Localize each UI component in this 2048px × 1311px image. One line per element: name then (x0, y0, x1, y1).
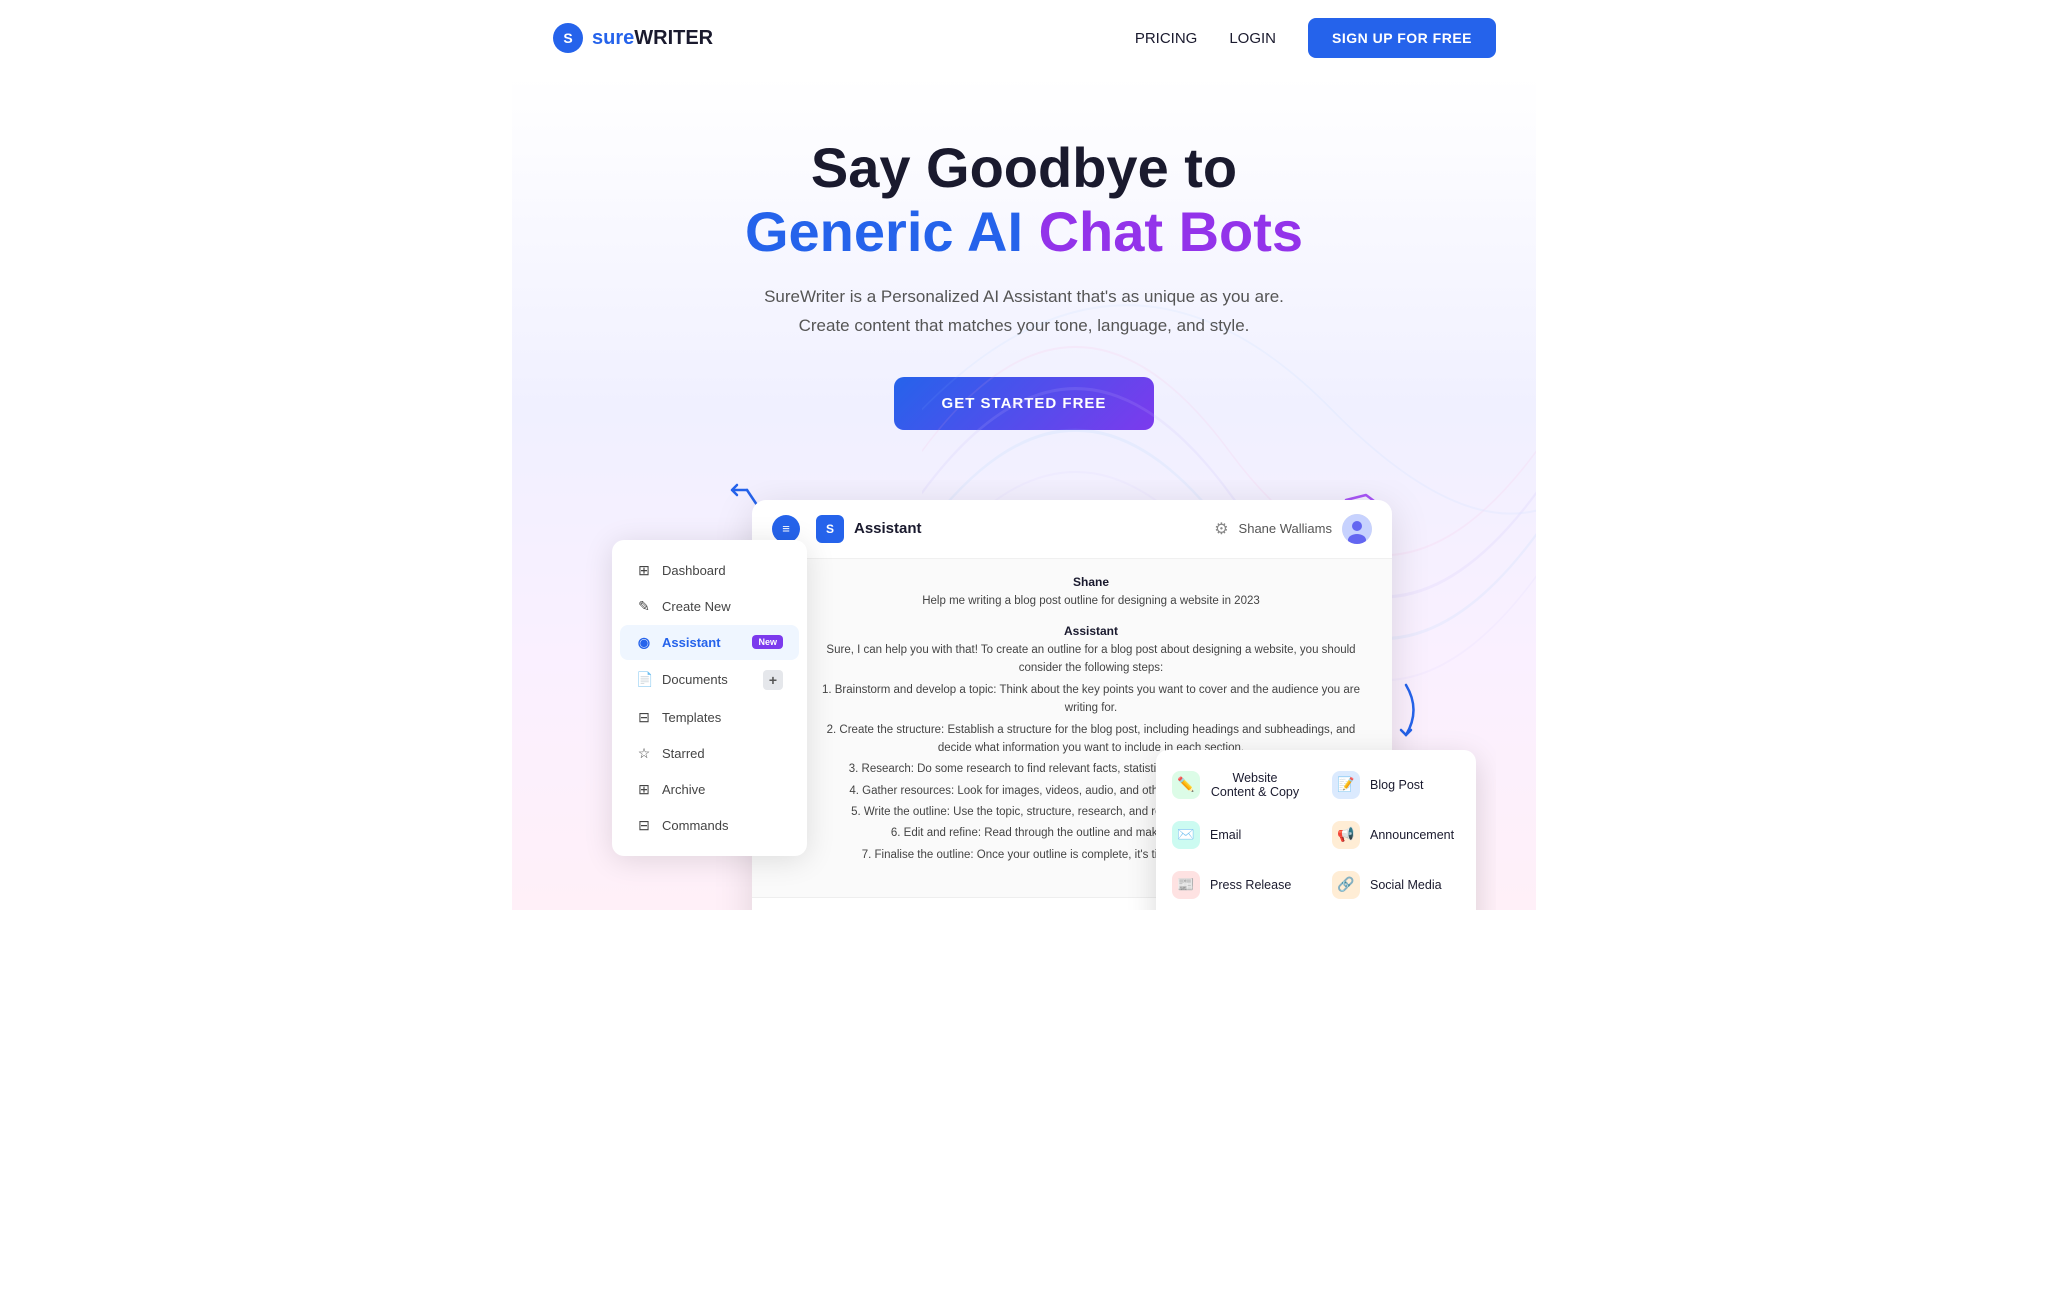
logo-icon: S (552, 22, 584, 54)
plus-badge[interactable]: + (763, 670, 783, 690)
documents-icon: 📄 (636, 671, 652, 688)
sidebar-item-label: Templates (662, 710, 721, 725)
template-label: Announcement (1370, 828, 1454, 842)
sidebar-item-label: Commands (662, 818, 728, 833)
blog-post-icon: 📝 (1332, 771, 1360, 799)
user-message-content: Shane Help me writing a blog post outlin… (810, 575, 1372, 610)
template-label: Social Media (1370, 878, 1442, 892)
email-icon: ✉️ (1172, 821, 1200, 849)
s-badge: S (816, 515, 844, 543)
create-new-icon: ✎ (636, 598, 652, 615)
commands-icon: ⊟ (636, 817, 652, 834)
logo-text: sureWRITER (592, 27, 713, 50)
user-message-text: Help me writing a blog post outline for … (810, 592, 1372, 610)
press-release-icon: 📰 (1172, 871, 1200, 899)
chat-header-right: ⚙ Shane Walliams (1214, 514, 1372, 544)
sidebar-item-label: Archive (662, 782, 705, 797)
sidebar-item-label: Documents (662, 672, 728, 687)
sidebar-item-templates[interactable]: ⊟ Templates (620, 700, 799, 735)
bot-message-name: Assistant (810, 624, 1372, 638)
template-label: Blog Post (1370, 778, 1424, 792)
social-media-icon: 🔗 (1332, 871, 1360, 899)
assistant-icon: ◉ (636, 634, 652, 651)
pricing-link[interactable]: PRICING (1135, 30, 1198, 47)
dashboard-icon: ⊞ (636, 562, 652, 579)
user-avatar (1342, 514, 1372, 544)
templates-dropdown: ✏️ Website Content & Copy 📝 Blog Post ✉️… (1156, 750, 1476, 910)
sidebar-item-documents[interactable]: 📄 Documents + (620, 661, 799, 699)
settings-icon[interactable]: ⚙ (1214, 519, 1228, 539)
user-message-row: Shane Help me writing a blog post outlin… (772, 575, 1372, 610)
login-link[interactable]: LOGIN (1229, 30, 1276, 47)
sidebar-item-label: Create New (662, 599, 731, 614)
template-item-email[interactable]: ✉️ Email (1156, 810, 1316, 860)
sidebar-item-starred[interactable]: ☆ Starred (620, 736, 799, 771)
starred-icon: ☆ (636, 745, 652, 762)
user-name: Shane Walliams (1239, 521, 1332, 536)
template-item-website[interactable]: ✏️ Website Content & Copy (1156, 760, 1316, 810)
sidebar-item-label: Dashboard (662, 563, 726, 578)
template-label: Press Release (1210, 878, 1291, 892)
arrow-right-bottom-decoration (1386, 680, 1426, 740)
archive-icon: ⊞ (636, 781, 652, 798)
navbar: S sureWRITER PRICING LOGIN SIGN UP FOR F… (512, 0, 1536, 76)
website-copy-icon: ✏️ (1172, 771, 1200, 799)
sidebar-item-commands[interactable]: ⊟ Commands (620, 808, 799, 843)
templates-icon: ⊟ (636, 709, 652, 726)
hero-subtitle: SureWriter is a Personalized AI Assistan… (764, 283, 1284, 341)
svg-text:S: S (563, 30, 572, 46)
signup-button[interactable]: SIGN UP FOR FREE (1308, 18, 1496, 58)
chat-header-left: ≡ S Assistant (772, 515, 922, 543)
sidebar-item-assistant[interactable]: ◉ Assistant New (620, 625, 799, 660)
chat-title: Assistant (854, 520, 922, 537)
hero-title: Say Goodbye to Generic AI Chat Bots (552, 136, 1496, 265)
sidebar-item-archive[interactable]: ⊞ Archive (620, 772, 799, 807)
sidebar-item-label: Assistant (662, 635, 721, 650)
announcement-icon: 📢 (1332, 821, 1360, 849)
sidebar-panel: ⊞ Dashboard ✎ Create New ◉ Assistant New… (612, 540, 807, 856)
sidebar-item-dashboard[interactable]: ⊞ Dashboard (620, 553, 799, 588)
logo: S sureWRITER (552, 22, 713, 54)
template-label: Website Content & Copy (1210, 771, 1300, 799)
chat-header: ≡ S Assistant ⚙ Shane Walliams (752, 500, 1392, 559)
template-label: Email (1210, 828, 1241, 842)
cta-container: GET STARTED FREE (894, 377, 1155, 430)
hero-section: Say Goodbye to Generic AI Chat Bots Sure… (512, 76, 1536, 910)
template-item-blog[interactable]: 📝 Blog Post (1316, 760, 1476, 810)
get-started-button[interactable]: GET STARTED FREE (894, 377, 1155, 430)
template-item-social-media[interactable]: 🔗 Social Media (1316, 860, 1476, 910)
template-item-announcement[interactable]: 📢 Announcement (1316, 810, 1476, 860)
user-message-name: Shane (810, 575, 1372, 589)
sidebar-item-label: Starred (662, 746, 705, 761)
mockup-area: ⊞ Dashboard ✎ Create New ◉ Assistant New… (552, 480, 1496, 910)
template-item-press-release[interactable]: 📰 Press Release (1156, 860, 1316, 910)
new-badge: New (752, 635, 783, 649)
sidebar-item-create-new[interactable]: ✎ Create New (620, 589, 799, 624)
chat-logo-icon: ≡ (772, 515, 800, 543)
nav-links: PRICING LOGIN SIGN UP FOR FREE (1135, 18, 1496, 58)
